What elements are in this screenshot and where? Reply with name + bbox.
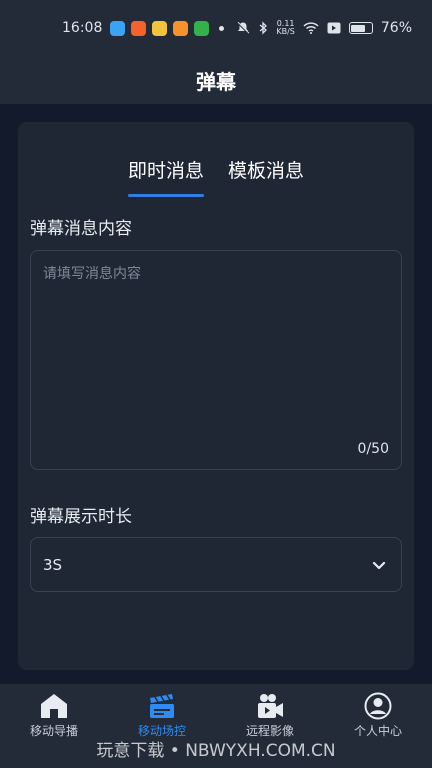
mute-bell-icon: [237, 21, 250, 35]
more-notifications-dot: [219, 25, 224, 31]
app-notification-icon: [173, 20, 188, 36]
battery-icon: [348, 22, 373, 34]
message-content-box: 0/50: [30, 250, 402, 470]
screen-record-icon: [327, 22, 341, 34]
bluetooth-icon: [259, 21, 268, 35]
message-type-tabs: 即时消息 模板消息: [18, 156, 414, 197]
display-duration-select[interactable]: 3S: [30, 537, 402, 592]
display-duration-value: 3S: [43, 555, 63, 574]
chevron-down-icon: [372, 561, 386, 569]
home-icon: [41, 694, 67, 718]
clapperboard-icon: [150, 694, 174, 718]
battery-percentage: 76%: [380, 20, 412, 36]
message-content-input[interactable]: [31, 251, 401, 431]
user-icon: [364, 692, 392, 720]
app-notification-icon: [194, 20, 209, 36]
network-speed: 0.11 KB/S: [276, 19, 295, 36]
page-title: 弹幕: [196, 69, 236, 94]
status-indicators: 0.11 KB/S 76%: [236, 20, 412, 36]
app-notification-icon: [110, 20, 125, 36]
tab-instant-message[interactable]: 即时消息: [127, 156, 205, 197]
tab-template-message[interactable]: 模板消息: [228, 156, 304, 197]
display-duration-label: 弹幕展示时长: [30, 507, 132, 527]
header: 弹幕: [0, 56, 432, 104]
app-notification-icon: [152, 20, 167, 36]
danmaku-form-card: 即时消息 模板消息 弹幕消息内容 0/50 弹幕展示时长 3S: [18, 122, 414, 670]
character-counter: 0/50: [357, 441, 389, 457]
status-time: 16:08: [62, 20, 103, 36]
wifi-icon: [303, 22, 319, 34]
status-bar: 16:08 0.11 KB/S 76%: [0, 0, 432, 56]
message-content-label: 弹幕消息内容: [30, 219, 132, 239]
video-camera-icon: [258, 694, 283, 718]
app-notification-icon: [131, 20, 146, 36]
notification-app-icons: [110, 20, 209, 36]
watermark: 玩意下载 • NBWYXH.COM.CN: [96, 741, 336, 761]
